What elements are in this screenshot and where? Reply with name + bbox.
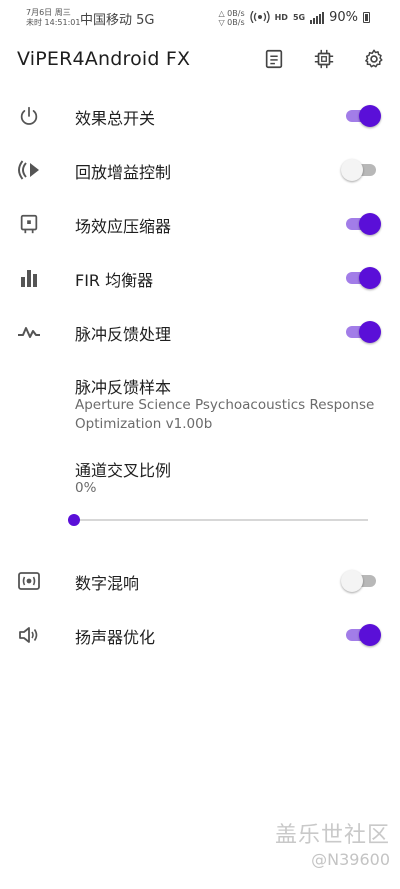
chip-icon (314, 49, 334, 69)
app-title: ViPER4Android FX (17, 48, 191, 70)
row-speaker-optimization[interactable]: 扬声器优化 (0, 619, 400, 651)
driver-button[interactable] (311, 46, 337, 72)
hd-badge: HD (274, 13, 288, 22)
playback-gain-toggle[interactable] (341, 158, 382, 182)
status-bar: 7月6日 周三 未时 14:51:01 中国移动 5G △ 0B/s ▽ 0B/… (0, 0, 400, 36)
row-digital-reverb[interactable]: 数字混响 (0, 565, 400, 597)
channel-cross-title: 通道交叉比例 (75, 461, 172, 480)
row-title: 数字混响 (75, 574, 140, 593)
battery-percent: 90% (329, 10, 358, 25)
row-title: 回放增益控制 (75, 163, 172, 182)
status-indicators: △ 0B/s ▽ 0B/s HD 5G 90% (218, 8, 370, 27)
status-time: 未时 14:51:01 (26, 18, 81, 27)
channel-cross-value: 0% (75, 480, 97, 496)
reverb-icon (17, 569, 41, 593)
compressor-toggle[interactable] (344, 212, 382, 236)
status-datetime: 7月6日 周三 未时 14:51:01 (26, 8, 80, 28)
row-title: 脉冲反馈处理 (75, 325, 172, 344)
power-icon (17, 104, 41, 128)
compressor-icon (17, 212, 41, 236)
watermark-user: @N39600 (311, 850, 390, 869)
row-channel-cross: 通道交叉比例 0% (0, 455, 400, 497)
watermark-brand: 盖乐世社区 (274, 823, 390, 848)
row-title: FIR 均衡器 (75, 271, 154, 290)
digital-reverb-toggle[interactable] (341, 569, 382, 593)
channel-cross-slider[interactable] (68, 512, 368, 528)
status-carrier: 中国移动 5G (80, 13, 155, 28)
row-master-switch[interactable]: 效果总开关 (0, 100, 400, 132)
row-impulse-feedback[interactable]: 脉冲反馈处理 (0, 316, 400, 348)
hotspot-icon (249, 8, 270, 27)
row-compressor[interactable]: 场效应压缩器 (0, 208, 400, 240)
row-fir-equalizer[interactable]: FIR 均衡器 (0, 262, 400, 294)
document-icon (265, 49, 283, 69)
signal-icon (310, 11, 325, 24)
slider-rail (74, 519, 368, 521)
gear-icon (365, 49, 383, 68)
document-button[interactable] (261, 46, 287, 72)
master-switch-toggle[interactable] (344, 104, 382, 128)
row-playback-gain[interactable]: 回放增益控制 (0, 154, 400, 186)
playback-gain-icon (17, 158, 41, 182)
settings-button[interactable] (361, 46, 387, 72)
speaker-icon (17, 623, 41, 647)
app-bar: ViPER4Android FX (0, 36, 400, 82)
speaker-optimization-toggle[interactable] (344, 623, 382, 647)
fir-equalizer-toggle[interactable] (344, 266, 382, 290)
status-date: 7月6日 周三 (26, 8, 71, 17)
row-title: 效果总开关 (75, 109, 156, 128)
impulse-sample-value: Aperture Science Psychoacoustics Respons… (75, 397, 375, 432)
impulse-feedback-toggle[interactable] (344, 320, 382, 344)
equalizer-icon (17, 266, 41, 290)
upload-speed: △ 0B/s (218, 8, 245, 18)
download-speed: ▽ 0B/s (218, 17, 245, 27)
row-title: 场效应压缩器 (75, 217, 172, 236)
impulse-sample-title: 脉冲反馈样本 (75, 378, 172, 397)
row-title: 扬声器优化 (75, 628, 156, 647)
row-impulse-sample[interactable]: 脉冲反馈样本 Aperture Science Psychoacoustics … (0, 372, 400, 436)
network-type: 5G (292, 13, 306, 22)
status-net-speed: △ 0B/s ▽ 0B/s (218, 9, 244, 27)
pulse-icon (17, 320, 41, 344)
battery-icon (363, 12, 370, 23)
slider-thumb[interactable] (68, 514, 80, 526)
